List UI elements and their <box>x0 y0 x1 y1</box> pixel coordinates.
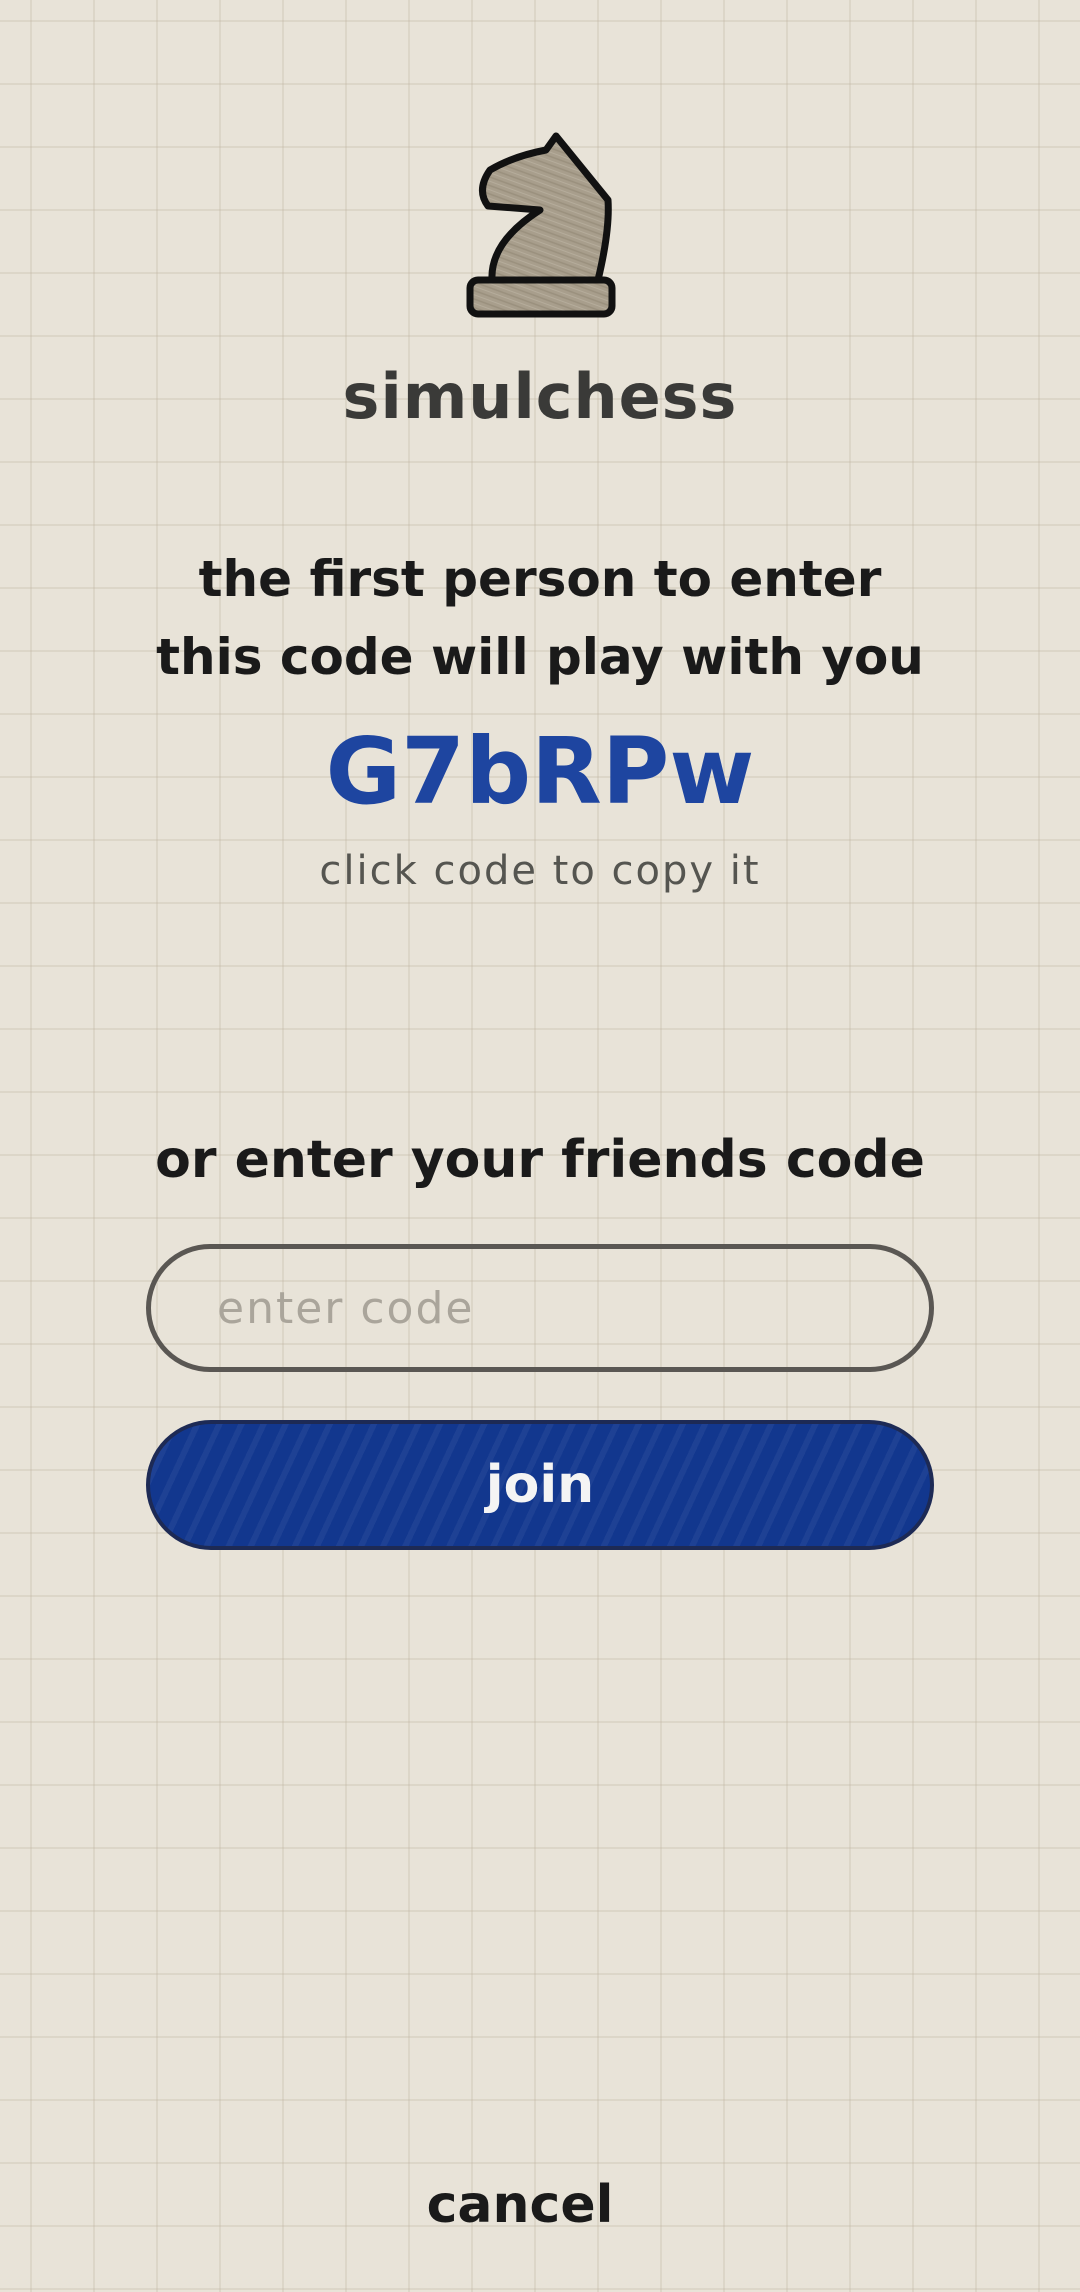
app-title: simulchess <box>342 360 738 433</box>
code-instructions: the first person to enter this code will… <box>156 550 924 686</box>
friend-code-input[interactable] <box>146 1244 934 1372</box>
cancel-button[interactable]: cancel <box>390 2170 650 2240</box>
join-button[interactable]: join <box>146 1420 934 1550</box>
game-code[interactable]: G7bRPw <box>0 718 1080 825</box>
copy-hint: click code to copy it <box>319 848 761 894</box>
chess-knight-icon <box>466 132 616 318</box>
friend-code-heading: or enter your friends code <box>155 1130 925 1190</box>
